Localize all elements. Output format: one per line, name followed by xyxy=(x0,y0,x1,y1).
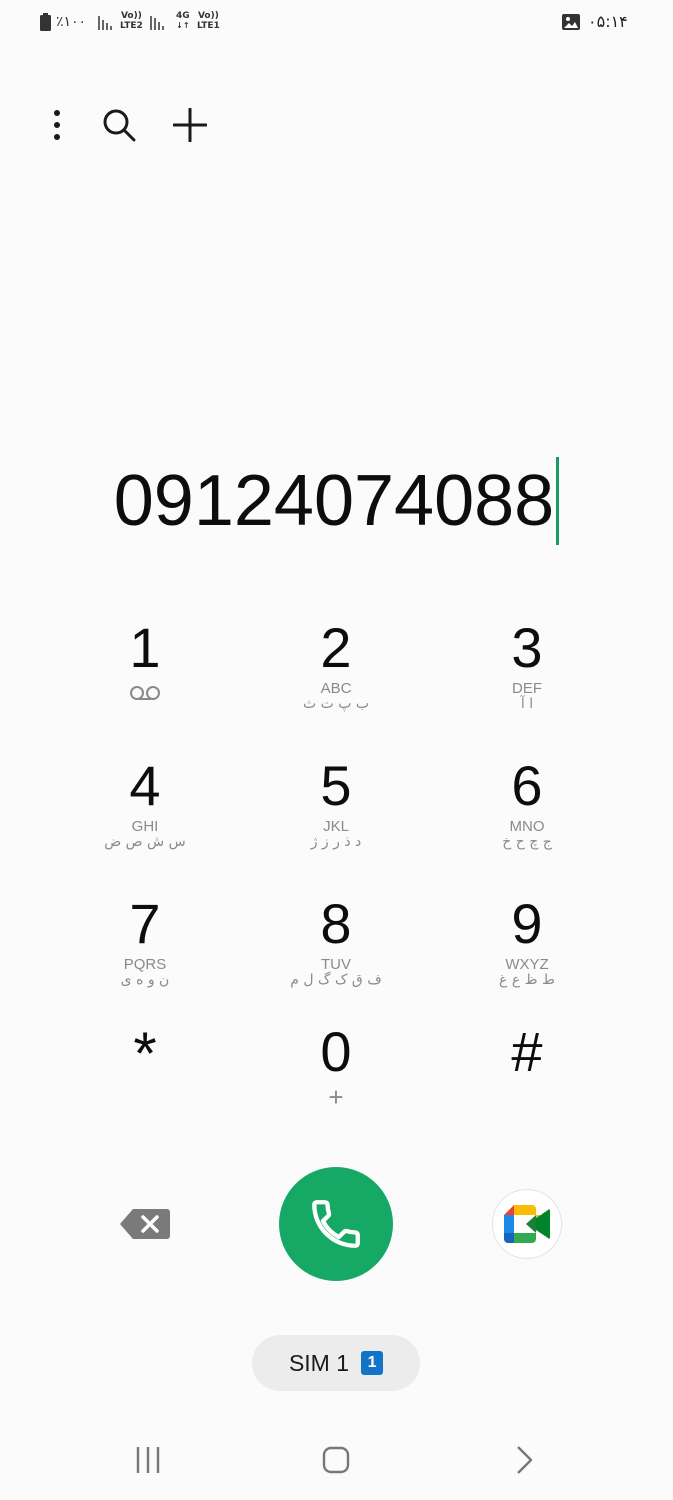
search-button[interactable] xyxy=(94,100,144,150)
key-letters: GHI xyxy=(131,818,159,835)
key-persian-letters: د ذ ر ز ژ xyxy=(310,834,362,850)
key-letters: ABC xyxy=(320,680,352,697)
sim1-network-label: Vo)) LTE1 xyxy=(197,11,220,31)
sim-label: SIM 1 xyxy=(288,1349,350,1376)
key-0[interactable]: 0 + xyxy=(251,1019,421,1149)
more-options-icon xyxy=(54,110,60,140)
signal-icon xyxy=(150,16,164,30)
key-5[interactable]: 5 JKL د ذ ر ز ژ xyxy=(251,753,421,883)
key-digit: 9 xyxy=(511,892,543,955)
search-icon xyxy=(103,109,136,142)
home-button[interactable] xyxy=(306,1435,366,1485)
key-star[interactable]: * xyxy=(60,1019,230,1149)
recent-apps-button[interactable] xyxy=(118,1435,178,1485)
sim-badge: 1 xyxy=(361,1351,384,1375)
key-digit: 3 xyxy=(511,616,543,679)
key-7[interactable]: 7 PQRS ن و ه ی xyxy=(60,891,230,1021)
key-persian-letters: ب پ ت ث xyxy=(302,696,370,712)
backspace-icon xyxy=(120,1209,170,1239)
backspace-button[interactable] xyxy=(115,1199,175,1249)
status-time: ۰۵:۱۴ xyxy=(588,12,628,31)
key-digit: 8 xyxy=(320,892,352,955)
key-persian-letters: ط ظ ع غ xyxy=(499,972,555,988)
battery-percentage: ٪۱۰۰ xyxy=(56,14,87,30)
sim2-network-label: Vo)) LTE2 xyxy=(120,11,143,31)
key-persian-letters: ن و ه ی xyxy=(120,972,170,988)
sim-selector[interactable]: SIM 1 1 xyxy=(252,1335,420,1391)
voicemail-icon xyxy=(130,686,160,700)
key-digit: 5 xyxy=(320,754,352,817)
back-icon xyxy=(517,1446,533,1474)
key-digit: 6 xyxy=(511,754,543,817)
key-persian-letters: س ش ص ض xyxy=(104,834,186,850)
key-digit: 0 xyxy=(320,1020,352,1083)
key-6[interactable]: 6 MNO ج چ ح خ xyxy=(442,753,612,883)
back-button[interactable] xyxy=(494,1435,554,1485)
key-digit: * xyxy=(133,1020,157,1087)
key-2[interactable]: 2 ABC ب پ ت ث xyxy=(251,615,421,745)
key-digit: 2 xyxy=(320,616,352,679)
key-digit: 7 xyxy=(129,892,161,955)
key-letters: DEF xyxy=(512,680,542,697)
dialed-number: 09124074088 xyxy=(113,461,555,541)
key-persian-letters: ف ق ک گ ل م xyxy=(290,972,382,988)
phone-icon xyxy=(312,1200,360,1248)
call-button[interactable] xyxy=(279,1167,393,1281)
key-digit: 1 xyxy=(129,616,161,679)
battery-icon xyxy=(40,13,51,31)
gallery-icon xyxy=(562,14,580,30)
video-call-button[interactable] xyxy=(492,1189,562,1259)
key-letters: MNO xyxy=(509,818,545,835)
key-4[interactable]: 4 GHI س ش ص ض xyxy=(60,753,230,883)
add-icon xyxy=(173,108,207,142)
key-hash[interactable]: # xyxy=(442,1019,612,1149)
status-bar: ٪۱۰۰ Vo)) LTE2 4G ↓↑ Vo)) LTE1 ۰۵:۱۴ xyxy=(0,0,673,46)
key-8[interactable]: 8 TUV ف ق ک گ ل م xyxy=(251,891,421,1021)
recent-apps-icon xyxy=(136,1447,160,1473)
key-plus-sign: + xyxy=(328,1082,344,1112)
key-digit: 4 xyxy=(129,754,161,817)
data-network-label: 4G ↓↑ xyxy=(176,11,190,30)
key-3[interactable]: 3 DEF ا آ xyxy=(442,615,612,745)
more-options-button[interactable] xyxy=(32,100,82,150)
key-persian-letters: ج چ ح خ xyxy=(502,834,552,850)
key-digit: # xyxy=(511,1020,543,1083)
text-cursor xyxy=(556,457,560,545)
key-letters: PQRS xyxy=(123,956,167,973)
key-letters: TUV xyxy=(321,956,351,973)
key-9[interactable]: 9 WXYZ ط ظ ع غ xyxy=(442,891,612,1021)
key-letters: WXYZ xyxy=(505,956,549,973)
add-contact-button[interactable] xyxy=(165,100,215,150)
key-letters: JKL xyxy=(323,818,349,835)
google-meet-icon xyxy=(504,1205,550,1243)
home-icon xyxy=(322,1446,350,1474)
key-1[interactable]: 1 xyxy=(60,615,230,745)
key-persian-letters: ا آ xyxy=(520,696,534,712)
signal-icon xyxy=(98,16,112,30)
number-field[interactable]: 09124074088 xyxy=(0,456,673,546)
